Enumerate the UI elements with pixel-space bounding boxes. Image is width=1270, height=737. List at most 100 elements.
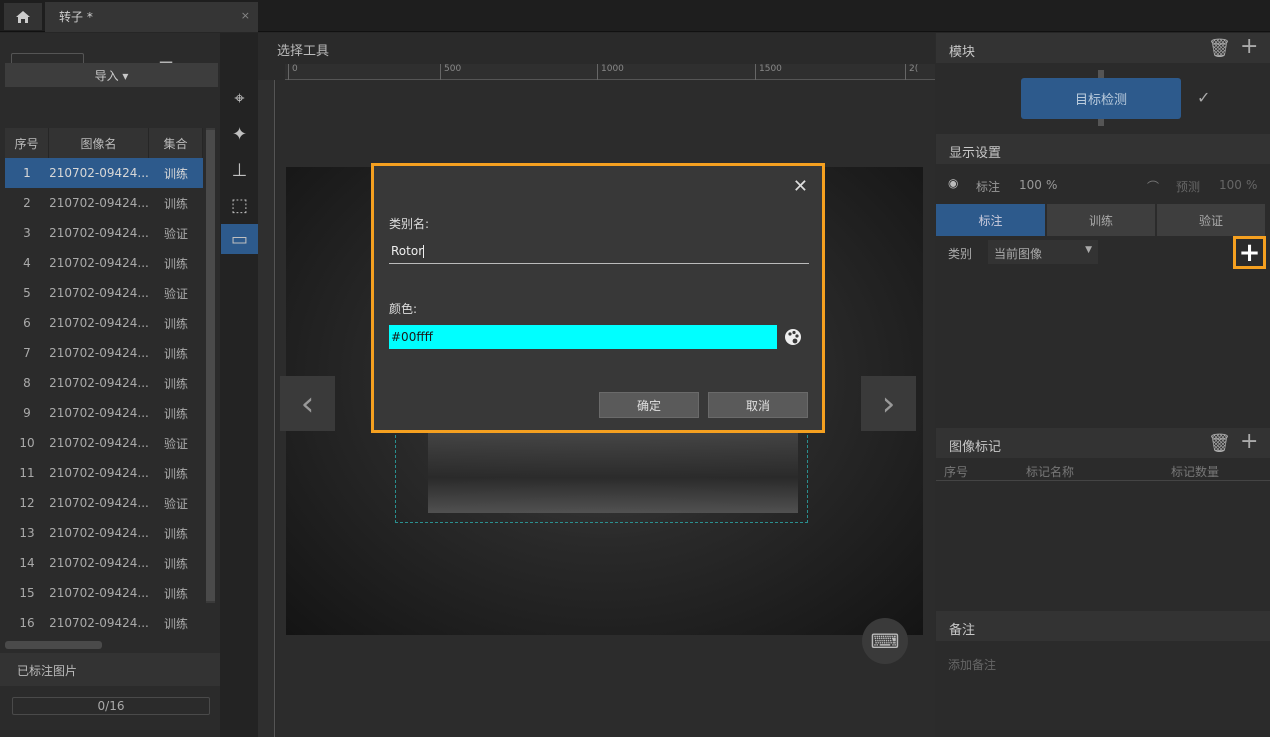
- table-row[interactable]: 8 210702-09424... 训练: [5, 368, 203, 398]
- stamp-tool-icon[interactable]: ⊥: [221, 155, 258, 185]
- row-image-name: 210702-09424...: [49, 586, 149, 600]
- table-row[interactable]: 7 210702-09424... 训练: [5, 338, 203, 368]
- cancel-button[interactable]: 取消: [708, 392, 808, 418]
- table-row[interactable]: 13 210702-09424... 训练: [5, 518, 203, 548]
- vertical-ruler: [258, 80, 275, 737]
- row-index: 14: [19, 556, 35, 570]
- column-mark-name: 标记名称: [1026, 465, 1075, 479]
- ruler-tick: 2(: [905, 64, 918, 80]
- chevron-down-icon: ▾: [122, 69, 129, 83]
- table-row[interactable]: 6 210702-09424... 训练: [5, 308, 203, 338]
- table-row[interactable]: 3 210702-09424... 验证: [5, 218, 203, 248]
- row-image-name: 210702-09424...: [49, 196, 149, 210]
- rectangle-select-icon[interactable]: ⬚: [221, 190, 258, 220]
- row-index: 15: [19, 586, 35, 600]
- row-image-name: 210702-09424...: [49, 436, 149, 450]
- table-row[interactable]: 11 210702-09424... 训练: [5, 458, 203, 488]
- ruler-tick: 0: [288, 64, 298, 80]
- trash-icon[interactable]: 🗑: [1208, 38, 1231, 59]
- row-set: 训练: [163, 166, 188, 181]
- prediction-opacity[interactable]: 100: [1219, 178, 1242, 192]
- trash-icon[interactable]: 🗑: [1208, 433, 1231, 454]
- next-image-button[interactable]: ›: [861, 376, 916, 431]
- marks-table-header: 序号 标记名称 标记数量: [936, 459, 1270, 481]
- notes-label: 备注: [949, 623, 976, 638]
- row-set: 训练: [163, 406, 188, 421]
- row-image-name: 210702-09424...: [49, 406, 149, 420]
- palette-icon[interactable]: [784, 328, 802, 350]
- display-settings-label: 显示设置: [949, 146, 1002, 161]
- previous-image-button[interactable]: ‹: [280, 376, 335, 431]
- row-index: 6: [23, 316, 31, 330]
- row-index: 10: [19, 436, 35, 450]
- category-name-value: Rotor: [391, 244, 424, 258]
- row-set: 验证: [163, 436, 188, 451]
- table-row[interactable]: 9 210702-09424... 训练: [5, 398, 203, 428]
- row-set: 训练: [163, 586, 188, 601]
- note-input[interactable]: 添加备注: [948, 656, 996, 673]
- plus-icon[interactable]: +: [1240, 34, 1258, 59]
- annotation-opacity[interactable]: 100: [1019, 178, 1042, 192]
- column-set[interactable]: 集合: [149, 128, 203, 158]
- row-image-name: 210702-09424...: [49, 256, 149, 270]
- row-index: 7: [23, 346, 31, 360]
- scrollbar-thumb[interactable]: [206, 130, 215, 601]
- home-icon: [16, 10, 30, 23]
- category-select[interactable]: 当前图像 ▼: [988, 240, 1098, 264]
- table-row[interactable]: 5 210702-09424... 验证: [5, 278, 203, 308]
- horizontal-scrollbar[interactable]: [5, 641, 102, 649]
- add-category-button[interactable]: +: [1233, 236, 1266, 269]
- table-row[interactable]: 4 210702-09424... 训练: [5, 248, 203, 278]
- column-mark-count: 标记数量: [1171, 465, 1220, 479]
- row-index: 5: [23, 286, 31, 300]
- row-image-name: 210702-09424...: [49, 526, 149, 540]
- eye-icon[interactable]: ◉: [948, 176, 958, 190]
- column-index: 序号: [944, 465, 969, 479]
- tab-annotation[interactable]: 标注: [936, 204, 1045, 236]
- import-dropdown[interactable]: 导入 ▾: [5, 63, 218, 87]
- chevron-right-icon: ›: [881, 383, 896, 424]
- select-tool-icon[interactable]: ▭: [221, 224, 258, 254]
- color-field[interactable]: #00ffff: [389, 325, 777, 349]
- annotation-percent: %: [1046, 178, 1058, 192]
- tab-validation[interactable]: 验证: [1157, 204, 1265, 236]
- row-image-name: 210702-09424...: [49, 166, 149, 180]
- keyboard-shortcuts-button[interactable]: ⌨: [862, 618, 908, 664]
- row-set: 训练: [163, 316, 188, 331]
- magic-wand-icon[interactable]: ✦: [221, 119, 258, 149]
- document-tab[interactable]: 转子 * ×: [45, 2, 258, 32]
- table-row[interactable]: 15 210702-09424... 训练: [5, 578, 203, 608]
- row-image-name: 210702-09424...: [49, 376, 149, 390]
- table-row[interactable]: 10 210702-09424... 验证: [5, 428, 203, 458]
- row-image-name: 210702-09424...: [49, 556, 149, 570]
- close-tab-icon[interactable]: ×: [241, 9, 250, 22]
- chevron-down-icon: ▼: [1085, 245, 1092, 255]
- table-row[interactable]: 12 210702-09424... 验证: [5, 488, 203, 518]
- image-marks-label: 图像标记: [949, 440, 1002, 455]
- row-index: 9: [23, 406, 31, 420]
- table-row[interactable]: 2 210702-09424... 训练: [5, 188, 203, 218]
- category-name-input[interactable]: Rotor: [389, 238, 809, 264]
- eye-closed-icon[interactable]: ⌒: [1147, 178, 1159, 195]
- table-row[interactable]: 14 210702-09424... 训练: [5, 548, 203, 578]
- object-detection-module[interactable]: 目标检测: [1021, 78, 1181, 119]
- column-image-name[interactable]: 图像名: [49, 128, 149, 158]
- home-button[interactable]: [4, 3, 42, 30]
- annotation-box[interactable]: [395, 420, 808, 523]
- column-index[interactable]: 序号: [5, 128, 49, 158]
- row-image-name: 210702-09424...: [49, 226, 149, 240]
- row-set: 验证: [163, 496, 188, 511]
- row-index: 11: [19, 466, 35, 480]
- polygon-tool-icon[interactable]: ⌖: [221, 83, 258, 113]
- tab-training[interactable]: 训练: [1047, 204, 1155, 236]
- ok-button[interactable]: 确定: [599, 392, 699, 418]
- close-icon[interactable]: ✕: [793, 176, 808, 197]
- text-caret: [423, 245, 425, 258]
- chevron-left-icon: ‹: [300, 383, 315, 424]
- labeled-images-header: 已标注图片: [0, 653, 220, 686]
- check-icon: ✓: [1197, 88, 1211, 107]
- module-header-label: 模块: [949, 45, 976, 60]
- table-row[interactable]: 16 210702-09424... 训练: [5, 608, 203, 638]
- plus-icon[interactable]: +: [1240, 429, 1258, 454]
- table-row[interactable]: 1 210702-09424... 训练: [5, 158, 203, 188]
